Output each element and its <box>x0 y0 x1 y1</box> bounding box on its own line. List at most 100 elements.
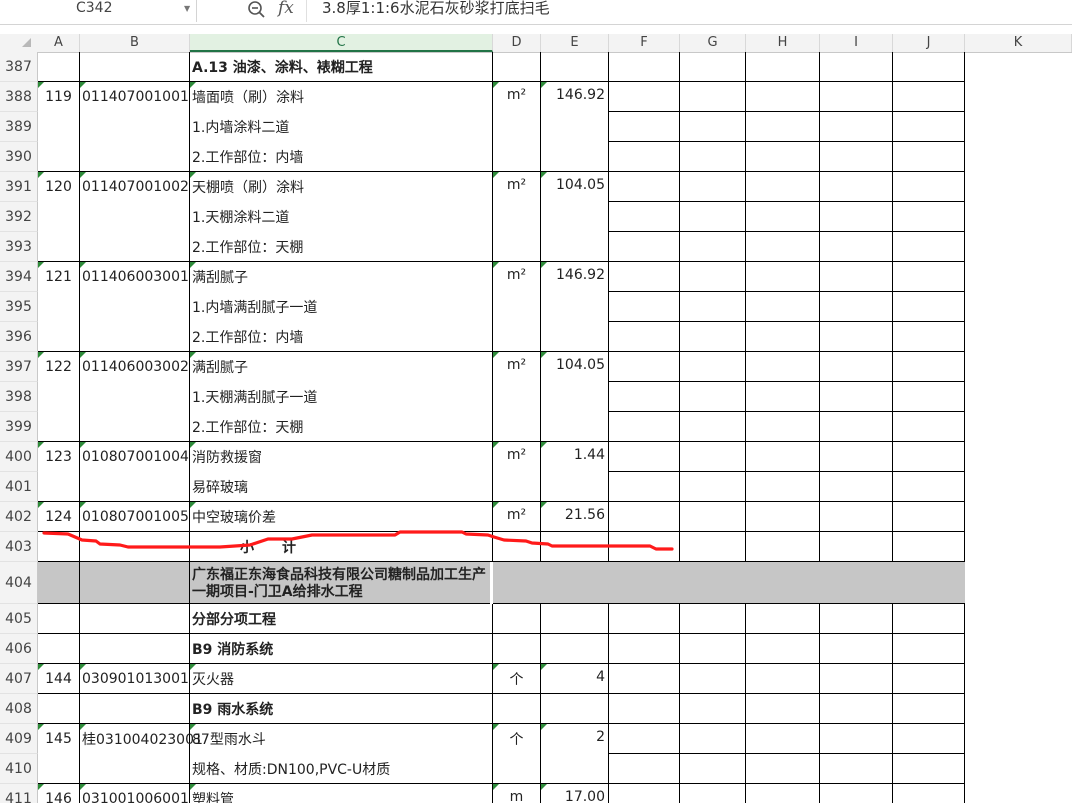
empty-cell[interactable] <box>680 784 746 803</box>
row-header[interactable]: 398 <box>0 382 38 412</box>
empty-cell[interactable] <box>820 412 893 442</box>
empty-cell[interactable] <box>609 694 680 724</box>
empty-cell[interactable] <box>893 232 965 262</box>
empty-cell[interactable] <box>820 112 893 142</box>
column-header-g[interactable]: G <box>680 34 746 52</box>
empty-cell[interactable] <box>820 724 893 754</box>
empty-cell[interactable] <box>746 664 820 694</box>
empty-cell[interactable] <box>746 412 820 442</box>
empty-cell[interactable] <box>820 292 893 322</box>
cell-b[interactable] <box>80 112 190 142</box>
cell-a[interactable] <box>38 232 80 262</box>
row-header[interactable]: 406 <box>0 634 38 664</box>
empty-cell[interactable] <box>746 202 820 232</box>
cell-d[interactable]: m² <box>493 352 541 382</box>
cell-b[interactable] <box>80 634 190 664</box>
column-header-b[interactable]: B <box>80 34 190 52</box>
empty-cell[interactable] <box>680 322 746 352</box>
cell-b[interactable]: 011406003001 <box>80 262 190 292</box>
empty-cell[interactable] <box>680 292 746 322</box>
cell-e[interactable] <box>541 604 609 634</box>
cell-c[interactable]: 天棚喷（刷）涂料 <box>190 172 493 202</box>
empty-cell[interactable] <box>746 784 820 803</box>
empty-cell[interactable] <box>746 52 820 82</box>
column-header-k[interactable]: K <box>965 34 1072 52</box>
empty-cell[interactable] <box>893 472 965 502</box>
column-header-d[interactable]: D <box>493 34 541 52</box>
cell-d[interactable]: 个 <box>493 664 541 694</box>
cell-e[interactable] <box>541 112 609 142</box>
row-header[interactable]: 407 <box>0 664 38 694</box>
cell-a[interactable]: 124 <box>38 502 80 532</box>
empty-cell[interactable] <box>680 112 746 142</box>
cell-e[interactable] <box>541 202 609 232</box>
empty-cell[interactable] <box>893 664 965 694</box>
cell-c[interactable]: 2.工作部位：天棚 <box>190 232 493 262</box>
zoom-icon[interactable] <box>246 0 268 24</box>
empty-cell[interactable] <box>609 634 680 664</box>
cell-a[interactable] <box>38 202 80 232</box>
empty-cell[interactable] <box>893 412 965 442</box>
empty-cell[interactable] <box>893 694 965 724</box>
empty-cell[interactable] <box>820 472 893 502</box>
empty-cell[interactable] <box>609 82 680 112</box>
empty-cell[interactable] <box>893 292 965 322</box>
empty-cell[interactable] <box>680 562 746 604</box>
cell-e[interactable] <box>541 562 609 604</box>
row-header[interactable]: 393 <box>0 232 38 262</box>
empty-cell[interactable] <box>609 412 680 442</box>
empty-cell[interactable] <box>893 352 965 382</box>
cell-b[interactable]: 010807001005 <box>80 502 190 532</box>
cell-d[interactable] <box>493 412 541 442</box>
empty-cell[interactable] <box>680 472 746 502</box>
empty-cell[interactable] <box>680 232 746 262</box>
empty-cell[interactable] <box>893 724 965 754</box>
empty-cell[interactable] <box>820 322 893 352</box>
empty-cell[interactable] <box>746 562 820 604</box>
empty-cell[interactable] <box>609 784 680 803</box>
cell-a[interactable]: 119 <box>38 82 80 112</box>
empty-cell[interactable] <box>680 412 746 442</box>
cell-b[interactable]: 011406003002 <box>80 352 190 382</box>
row-header[interactable]: 392 <box>0 202 38 232</box>
empty-cell[interactable] <box>820 172 893 202</box>
empty-cell[interactable] <box>893 532 965 562</box>
cell-d[interactable]: m² <box>493 442 541 472</box>
cell-c[interactable]: 易碎玻璃 <box>190 472 493 502</box>
cell-c[interactable]: B9 消防系统 <box>190 634 493 664</box>
cell-e[interactable]: 21.56 <box>541 502 609 532</box>
empty-cell[interactable] <box>746 82 820 112</box>
empty-cell[interactable] <box>609 232 680 262</box>
empty-cell[interactable] <box>609 382 680 412</box>
empty-cell[interactable] <box>820 382 893 412</box>
empty-cell[interactable] <box>893 502 965 532</box>
empty-cell[interactable] <box>820 694 893 724</box>
sheet-grid[interactable]: 387 A.13 油漆、涂料、裱糊工程 388 119 011407001001 墙面喷（… <box>0 52 1072 803</box>
empty-cell[interactable] <box>746 754 820 784</box>
cell-c[interactable]: 1.天棚涂料二道 <box>190 202 493 232</box>
cell-d[interactable]: m <box>493 784 541 803</box>
empty-cell[interactable] <box>893 754 965 784</box>
cell-e[interactable] <box>541 694 609 724</box>
cell-b[interactable]: 030901013001 <box>80 664 190 694</box>
empty-cell[interactable] <box>609 142 680 172</box>
name-box[interactable]: C342 ▼ <box>0 0 197 22</box>
empty-cell[interactable] <box>893 112 965 142</box>
empty-cell[interactable] <box>746 112 820 142</box>
empty-cell[interactable] <box>746 172 820 202</box>
empty-cell[interactable] <box>893 262 965 292</box>
empty-cell[interactable] <box>746 532 820 562</box>
cell-d[interactable]: m² <box>493 172 541 202</box>
cell-e[interactable] <box>541 412 609 442</box>
cell-c[interactable]: 塑料管 <box>190 784 493 803</box>
cell-d[interactable] <box>493 52 541 82</box>
empty-cell[interactable] <box>820 52 893 82</box>
cell-a[interactable] <box>38 292 80 322</box>
row-header[interactable]: 394 <box>0 262 38 292</box>
empty-cell[interactable] <box>746 442 820 472</box>
cell-b[interactable] <box>80 754 190 784</box>
row-header[interactable]: 397 <box>0 352 38 382</box>
cell-d[interactable] <box>493 202 541 232</box>
cell-a[interactable] <box>38 52 80 82</box>
empty-cell[interactable] <box>609 604 680 634</box>
